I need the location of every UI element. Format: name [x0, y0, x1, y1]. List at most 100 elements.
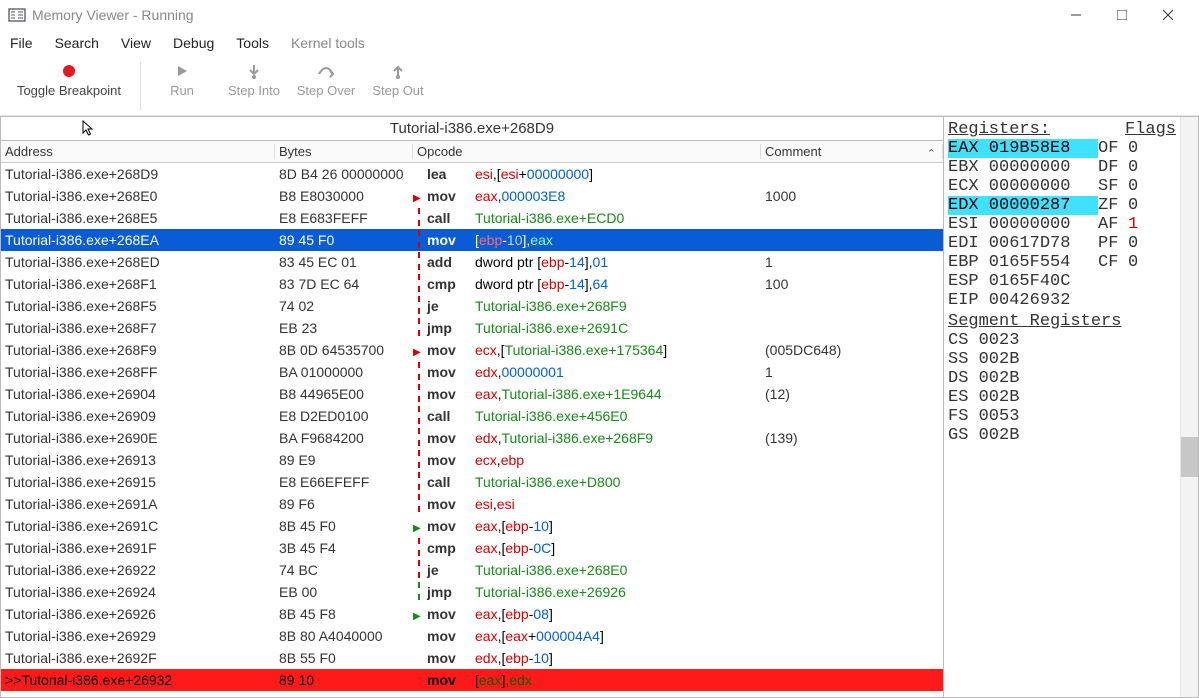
register-line[interactable]: EBX 00000000DF0	[948, 158, 1176, 177]
asm-row[interactable]: >>Tutorial-i386.exe+2693289 10mov[eax],e…	[1, 669, 943, 691]
cell-bytes: E8 E66EFEFF	[275, 474, 413, 490]
register-line[interactable]: EAX 019B58E8OF0	[948, 139, 1176, 158]
maximize-button[interactable]	[1099, 0, 1145, 30]
register-line[interactable]: EBP 0165F554CF0	[948, 253, 1176, 272]
cell-bytes: E8 D2ED0100	[275, 408, 413, 424]
cell-bytes: 83 7D EC 64	[275, 276, 413, 292]
segment-fs[interactable]: FS 0053	[948, 407, 1176, 426]
cell-opcode: leaesi,[esi+00000000]	[413, 166, 761, 182]
register-line[interactable]: EIP 00426932	[948, 291, 1176, 310]
cell-opcode: ▶moveax,000003E8	[413, 188, 761, 204]
operands: esi,esi	[475, 496, 515, 512]
cell-opcode: jmpTutorial-i386.exe+2691C	[413, 318, 761, 339]
flow-arrow-icon	[413, 208, 427, 229]
register-line[interactable]: EDI 00617D78PF0	[948, 234, 1176, 253]
asm-row[interactable]: Tutorial-i386.exe+268F183 7D EC 64cmpdwo…	[1, 273, 943, 295]
cell-opcode: callTutorial-i386.exe+D800	[413, 472, 761, 493]
col-comment[interactable]: Comment⌃	[761, 144, 943, 159]
minimize-button[interactable]	[1053, 0, 1099, 30]
asm-row[interactable]: Tutorial-i386.exe+2692274 BCjeTutorial-i…	[1, 559, 943, 581]
asm-row[interactable]: Tutorial-i386.exe+2691389 E9movecx,ebp	[1, 449, 943, 471]
asm-row[interactable]: Tutorial-i386.exe+2692F8B 55 F0movedx,[e…	[1, 647, 943, 669]
operands: eax,[ebp-10]	[475, 518, 553, 534]
cell-bytes: 83 45 EC 01	[275, 254, 413, 270]
menu-search[interactable]: Search	[51, 33, 103, 53]
tool-label: Step Into	[228, 84, 280, 98]
asm-row[interactable]: Tutorial-i386.exe+268E5E8 E683FEFFcallTu…	[1, 207, 943, 229]
asm-row[interactable]: Tutorial-i386.exe+269298B 80 A4040000mov…	[1, 625, 943, 647]
asm-row[interactable]: Tutorial-i386.exe+2691C8B 45 F0▶moveax,[…	[1, 515, 943, 537]
step-over-button[interactable]: Step Over	[291, 58, 361, 98]
asm-row[interactable]: Tutorial-i386.exe+2690EBA F9684200movedx…	[1, 427, 943, 449]
asm-row[interactable]: Tutorial-i386.exe+268F98B 0D 64535700▶mo…	[1, 339, 943, 361]
cell-address: Tutorial-i386.exe+26909	[1, 408, 275, 424]
register-eip: EIP 00426932	[948, 291, 1098, 310]
step-out-button[interactable]: Step Out	[363, 58, 433, 98]
mnemonic: mov	[427, 606, 475, 622]
asm-row[interactable]: Tutorial-i386.exe+2691F3B 45 F4cmpeax,[e…	[1, 537, 943, 559]
asm-row[interactable]: Tutorial-i386.exe+268F574 02jeTutorial-i…	[1, 295, 943, 317]
asm-row[interactable]: Tutorial-i386.exe+26904B8 44965E00moveax…	[1, 383, 943, 405]
asm-row[interactable]: Tutorial-i386.exe+26909E8 D2ED0100callTu…	[1, 405, 943, 427]
mnemonic: call	[427, 474, 475, 490]
asm-row[interactable]: Tutorial-i386.exe+268ED83 45 EC 01adddwo…	[1, 251, 943, 273]
mnemonic: mov	[427, 628, 475, 644]
register-line[interactable]: ECX 00000000SF0	[948, 177, 1176, 196]
pane-title: Tutorial-i386.exe+268D9	[1, 117, 943, 141]
toggle-bp-button[interactable]: Toggle Breakpoint	[4, 58, 134, 98]
segment-es[interactable]: ES 002B	[948, 388, 1176, 407]
register-esi: ESI 00000000	[948, 215, 1098, 234]
run-button[interactable]: Run	[147, 58, 217, 98]
col-address[interactable]: Address	[1, 144, 275, 159]
asm-row[interactable]: Tutorial-i386.exe+268EA89 45 F0mov[ebp-1…	[1, 229, 943, 251]
register-line[interactable]: ESI 00000000AF1	[948, 215, 1176, 234]
asm-row[interactable]: Tutorial-i386.exe+268FFBA 01000000movedx…	[1, 361, 943, 383]
segment-gs[interactable]: GS 002B	[948, 426, 1176, 445]
flow-arrow-icon: ▶	[413, 606, 427, 622]
operands: edx,00000001	[475, 364, 564, 380]
flow-arrow-icon: ▶	[413, 518, 427, 534]
col-opcode[interactable]: Opcode	[413, 144, 761, 159]
cell-comment: 100	[761, 276, 943, 292]
register-line[interactable]: EDX 00000287ZF0	[948, 196, 1176, 215]
menu-debug[interactable]: Debug	[169, 33, 218, 53]
disassembly-rows[interactable]: Tutorial-i386.exe+268D98D B4 26 00000000…	[1, 163, 943, 697]
caret-up-icon: ⌃	[927, 147, 936, 160]
flow-arrow-icon: ▶	[413, 188, 427, 204]
flag-value: 0	[1128, 158, 1144, 177]
flag-value: 1	[1128, 215, 1144, 234]
scrollbar[interactable]	[1180, 117, 1198, 697]
cell-address: Tutorial-i386.exe+268F7	[1, 320, 275, 336]
scroll-thumb[interactable]	[1181, 437, 1199, 477]
flow-arrow-icon	[413, 296, 427, 317]
menu-kernel-tools[interactable]: Kernel tools	[287, 33, 369, 53]
asm-row[interactable]: Tutorial-i386.exe+26915E8 E66EFEFFcallTu…	[1, 471, 943, 493]
flow-arrow-icon	[413, 230, 427, 251]
menu-file[interactable]: File	[6, 33, 37, 53]
cell-address: Tutorial-i386.exe+2691C	[1, 518, 275, 534]
operands: eax,[ebp-08]	[475, 606, 553, 622]
register-ebx: EBX 00000000	[948, 158, 1098, 177]
menu-view[interactable]: View	[117, 33, 155, 53]
segment-ss[interactable]: SS 002B	[948, 350, 1176, 369]
close-button[interactable]	[1145, 0, 1191, 30]
asm-row[interactable]: Tutorial-i386.exe+268E0B8 E8030000▶movea…	[1, 185, 943, 207]
cell-opcode: cmpeax,[ebp-0C]	[413, 538, 761, 559]
mnemonic: je	[427, 298, 475, 314]
mnemonic: je	[427, 562, 475, 578]
mnemonic: mov	[427, 672, 475, 688]
mnemonic: mov	[427, 452, 475, 468]
mnemonic: call	[427, 408, 475, 424]
asm-row[interactable]: Tutorial-i386.exe+268F7EB 23jmpTutorial-…	[1, 317, 943, 339]
asm-row[interactable]: Tutorial-i386.exe+2691A89 F6movesi,esi	[1, 493, 943, 515]
col-bytes[interactable]: Bytes	[275, 144, 413, 159]
register-line[interactable]: ESP 0165F40C	[948, 272, 1176, 291]
segment-ds[interactable]: DS 002B	[948, 369, 1176, 388]
asm-row[interactable]: Tutorial-i386.exe+26924EB 00jmpTutorial-…	[1, 581, 943, 603]
step-into-button[interactable]: Step Into	[219, 58, 289, 98]
menu-tools[interactable]: Tools	[232, 33, 273, 53]
mnemonic: mov	[427, 342, 475, 358]
asm-row[interactable]: Tutorial-i386.exe+268D98D B4 26 00000000…	[1, 163, 943, 185]
segment-cs[interactable]: CS 0023	[948, 331, 1176, 350]
asm-row[interactable]: Tutorial-i386.exe+269268B 45 F8▶moveax,[…	[1, 603, 943, 625]
